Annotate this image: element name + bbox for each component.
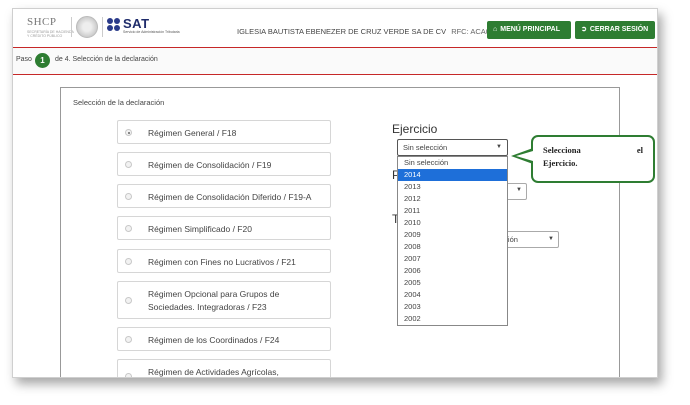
radio-button[interactable]: [125, 258, 132, 265]
header-divider: [71, 17, 72, 37]
declaration-selection-panel: Selección de la declaración Régimen Gene…: [60, 87, 655, 377]
shcp-logo-text: SHCP: [27, 16, 57, 28]
regimen-option-simplificado[interactable]: Régimen Simplificado / F20: [117, 216, 331, 240]
regimen-option-fines-no-lucrativos[interactable]: Régimen con Fines no Lucrativos / F21: [117, 249, 331, 273]
regimen-label: Régimen de Actividades Agrícolas,: [148, 367, 279, 377]
sat-logo-text: SAT: [123, 16, 150, 31]
regimen-option-actividades-agricolas[interactable]: Régimen de Actividades Agrícolas,: [117, 359, 331, 377]
taxpayer-info: IGLESIA BAUTISTA EBENEZER DE CRUZ VERDE …: [237, 27, 525, 36]
callout-text-word-1: Selecciona: [543, 145, 581, 155]
ejercicio-option[interactable]: 2006: [398, 265, 507, 277]
main-menu-button[interactable]: ⌂ MENÚ PRINCIPAL: [487, 21, 571, 39]
regimen-option-general[interactable]: Régimen General / F18: [117, 120, 331, 144]
callout-text-line-2: Ejercicio.: [543, 158, 578, 168]
radio-button[interactable]: [125, 129, 132, 136]
ejercicio-option[interactable]: 2010: [398, 217, 507, 229]
logout-button[interactable]: ➲ CERRAR SESIÓN: [575, 21, 655, 39]
ejercicio-option[interactable]: 2007: [398, 253, 507, 265]
sat-dots-icon: [107, 18, 121, 32]
regimen-label: Régimen Simplificado / F20: [148, 224, 252, 234]
shcp-logo: SHCP SECRETARÍA DE HACIENDA Y CRÉDITO PÚ…: [27, 16, 74, 39]
caret-down-icon: ▼: [516, 187, 522, 193]
regimen-option-grupos-sociedades[interactable]: Régimen Opcional para Grupos de Sociedad…: [117, 281, 331, 319]
radio-button[interactable]: [125, 225, 132, 232]
home-icon: ⌂: [493, 26, 498, 33]
ejercicio-option[interactable]: 2012: [398, 193, 507, 205]
ejercicio-select[interactable]: Sin selección ▼: [397, 139, 508, 156]
header-divider: [102, 17, 103, 37]
logout-icon: ➲: [581, 26, 587, 33]
radio-button[interactable]: [125, 161, 132, 168]
panel-title: Selección de la declaración: [73, 98, 165, 107]
radio-button[interactable]: [125, 336, 132, 343]
screenshot-frame: SHCP SECRETARÍA DE HACIENDA Y CRÉDITO PÚ…: [12, 8, 658, 378]
sat-logo-subtitle: Servicio de Administración Tributaria: [123, 30, 180, 34]
help-callout: Selecciona el Ejercicio.: [531, 135, 655, 183]
step-rule: [13, 74, 657, 75]
regimen-label: Régimen de Consolidación / F19: [148, 160, 272, 170]
mexico-seal-icon: [76, 16, 98, 38]
caret-down-icon: ▼: [548, 236, 554, 242]
caret-down-icon: ▼: [496, 144, 502, 150]
ejercicio-option[interactable]: 2002: [398, 313, 507, 325]
shcp-sub-line-2: Y CRÉDITO PÚBLICO: [27, 34, 63, 38]
ejercicio-label: Ejercicio: [392, 122, 438, 136]
ejercicio-option[interactable]: 2008: [398, 241, 507, 253]
logout-label: CERRAR SESIÓN: [589, 26, 649, 33]
regimen-label-line-1: Régimen Opcional para Grupos de: [148, 289, 280, 299]
ejercicio-dropdown-list: Sin selección 2014 2013 2012 2011 2010 2009 200…: [397, 156, 508, 326]
main-menu-label: MENÚ PRINCIPAL: [500, 26, 560, 33]
radio-button[interactable]: [125, 297, 132, 304]
regimen-label-line-2: Sociedades. Integradoras / F23: [148, 302, 267, 312]
regimen-option-consolidacion[interactable]: Régimen de Consolidación / F19: [117, 152, 331, 176]
radio-button[interactable]: [125, 373, 132, 377]
regimen-option-consolidacion-diferido[interactable]: Régimen de Consolidación Diferido / F19-…: [117, 184, 331, 208]
ejercicio-option[interactable]: 2005: [398, 277, 507, 289]
step-indicator: Paso 1 de 4. Selección de la declaración: [13, 48, 657, 74]
ejercicio-option[interactable]: 2003: [398, 301, 507, 313]
regimen-label: Régimen General / F18: [148, 128, 237, 138]
regimen-label: Régimen de Consolidación Diferido / F19-…: [148, 192, 312, 202]
ejercicio-option[interactable]: 2011: [398, 205, 507, 217]
company-name: IGLESIA BAUTISTA EBENEZER DE CRUZ VERDE …: [237, 27, 447, 36]
ejercicio-selected-value: Sin selección: [403, 143, 448, 152]
step-number-badge: 1: [35, 53, 50, 68]
site-header: SHCP SECRETARÍA DE HACIENDA Y CRÉDITO PÚ…: [13, 9, 657, 47]
ejercicio-option[interactable]: 2009: [398, 229, 507, 241]
ejercicio-option[interactable]: 2014: [398, 169, 507, 181]
ejercicio-option[interactable]: 2004: [398, 289, 507, 301]
regimen-option-coordinados[interactable]: Régimen de los Coordinados / F24: [117, 327, 331, 351]
ejercicio-option[interactable]: Sin selección: [398, 157, 507, 169]
regimen-label: Régimen con Fines no Lucrativos / F21: [148, 257, 296, 267]
callout-text-word-2: el: [636, 145, 643, 155]
ejercicio-option[interactable]: 2013: [398, 181, 507, 193]
shcp-logo-subtitle: SECRETARÍA DE HACIENDA Y CRÉDITO PÚBLICO: [27, 30, 74, 38]
callout-pointer-inner: [516, 151, 533, 161]
radio-button[interactable]: [125, 193, 132, 200]
step-paso-label: Paso: [16, 56, 32, 63]
step-description: de 4. Selección de la declaración: [55, 56, 158, 63]
regimen-label: Régimen de los Coordinados / F24: [148, 335, 280, 345]
